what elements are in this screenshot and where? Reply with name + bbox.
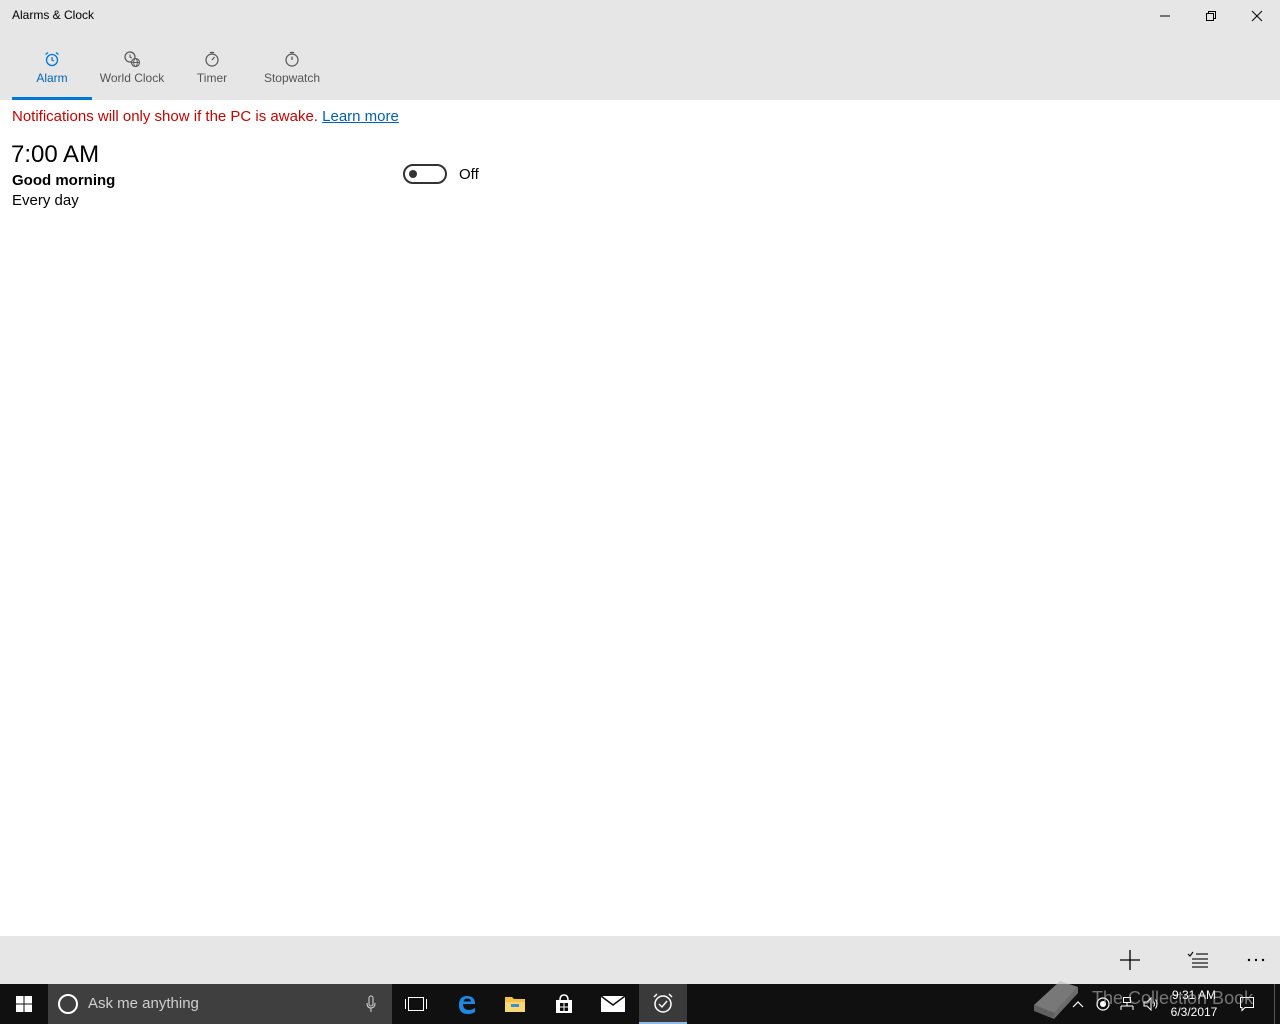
- tab-stopwatch-label: Stopwatch: [263, 71, 321, 85]
- toggle-state-label: Off: [459, 166, 479, 183]
- tab-stopwatch[interactable]: Stopwatch: [260, 32, 324, 100]
- task-view-button[interactable]: [392, 984, 440, 1024]
- tab-timer[interactable]: Timer: [188, 32, 236, 100]
- minimize-icon: [1160, 15, 1170, 17]
- more-button[interactable]: [1232, 936, 1280, 984]
- alarm-repeat: Every day: [12, 192, 79, 209]
- file-explorer-icon: [505, 997, 525, 1012]
- select-alarms-button[interactable]: [1174, 936, 1222, 984]
- restore-icon: [1206, 11, 1216, 21]
- awake-notice: Notifications will only show if the PC i…: [12, 108, 399, 125]
- add-icon: [1120, 950, 1140, 970]
- command-bar: [0, 936, 1280, 984]
- toggle-knob: [409, 170, 417, 178]
- window-title: Alarms & Clock: [12, 8, 95, 22]
- tab-bar: Alarm World Clock Timer Stopwatch: [0, 32, 1280, 100]
- timer-icon: [203, 50, 221, 68]
- store-icon: [556, 994, 572, 1013]
- alarm-toggle[interactable]: [403, 164, 447, 184]
- file-explorer-button[interactable]: [491, 984, 539, 1024]
- alarm-time[interactable]: 7:00 AM: [11, 141, 99, 169]
- close-button[interactable]: [1234, 0, 1280, 32]
- stopwatch-icon: [283, 50, 301, 68]
- tab-alarm[interactable]: Alarm: [12, 32, 92, 100]
- tab-alarm-label: Alarm: [36, 71, 68, 85]
- alarms-clock-taskbar-button[interactable]: [639, 984, 687, 1024]
- select-alarms-icon: [1187, 951, 1208, 968]
- learn-more-link[interactable]: Learn more: [322, 108, 399, 125]
- show-desktop-button[interactable]: [1274, 984, 1275, 1024]
- edge-button[interactable]: [443, 984, 491, 1024]
- microphone-icon[interactable]: [366, 995, 376, 1013]
- mail-icon: [601, 996, 625, 1012]
- search-placeholder: Ask me anything: [88, 995, 199, 1012]
- title-bar[interactable]: Alarms & Clock: [0, 0, 1280, 32]
- close-icon: [1251, 10, 1263, 22]
- edge-icon: [459, 996, 475, 1014]
- store-button[interactable]: [540, 984, 588, 1024]
- alarm-name: Good morning: [12, 172, 116, 189]
- watermark-text: The Collection Book: [1092, 988, 1254, 1008]
- cortana-icon: [58, 994, 78, 1014]
- alarms-clock-icon: [653, 993, 673, 1013]
- more-icon: [1247, 958, 1265, 962]
- world-clock-icon: [123, 50, 141, 68]
- add-alarm-button[interactable]: [1106, 936, 1154, 984]
- taskbar: Ask me anything 9:31 AM 6/3/2017: [0, 984, 1280, 1024]
- minimize-button[interactable]: [1142, 0, 1188, 32]
- alarm-clock-icon: [43, 50, 61, 68]
- tab-world-clock-label: World Clock: [99, 71, 165, 85]
- restore-button[interactable]: [1188, 0, 1234, 32]
- book-logo-icon: [1034, 981, 1078, 1019]
- task-view-icon: [405, 997, 427, 1011]
- mail-button[interactable]: [589, 984, 637, 1024]
- tab-world-clock[interactable]: World Clock: [96, 32, 168, 100]
- cortana-search-box[interactable]: Ask me anything: [48, 984, 392, 1024]
- start-button[interactable]: [0, 984, 48, 1024]
- windows-logo-icon: [16, 996, 32, 1012]
- notice-text: Notifications will only show if the PC i…: [12, 108, 318, 125]
- active-tab-indicator: [12, 97, 92, 100]
- tab-timer-label: Timer: [196, 71, 228, 85]
